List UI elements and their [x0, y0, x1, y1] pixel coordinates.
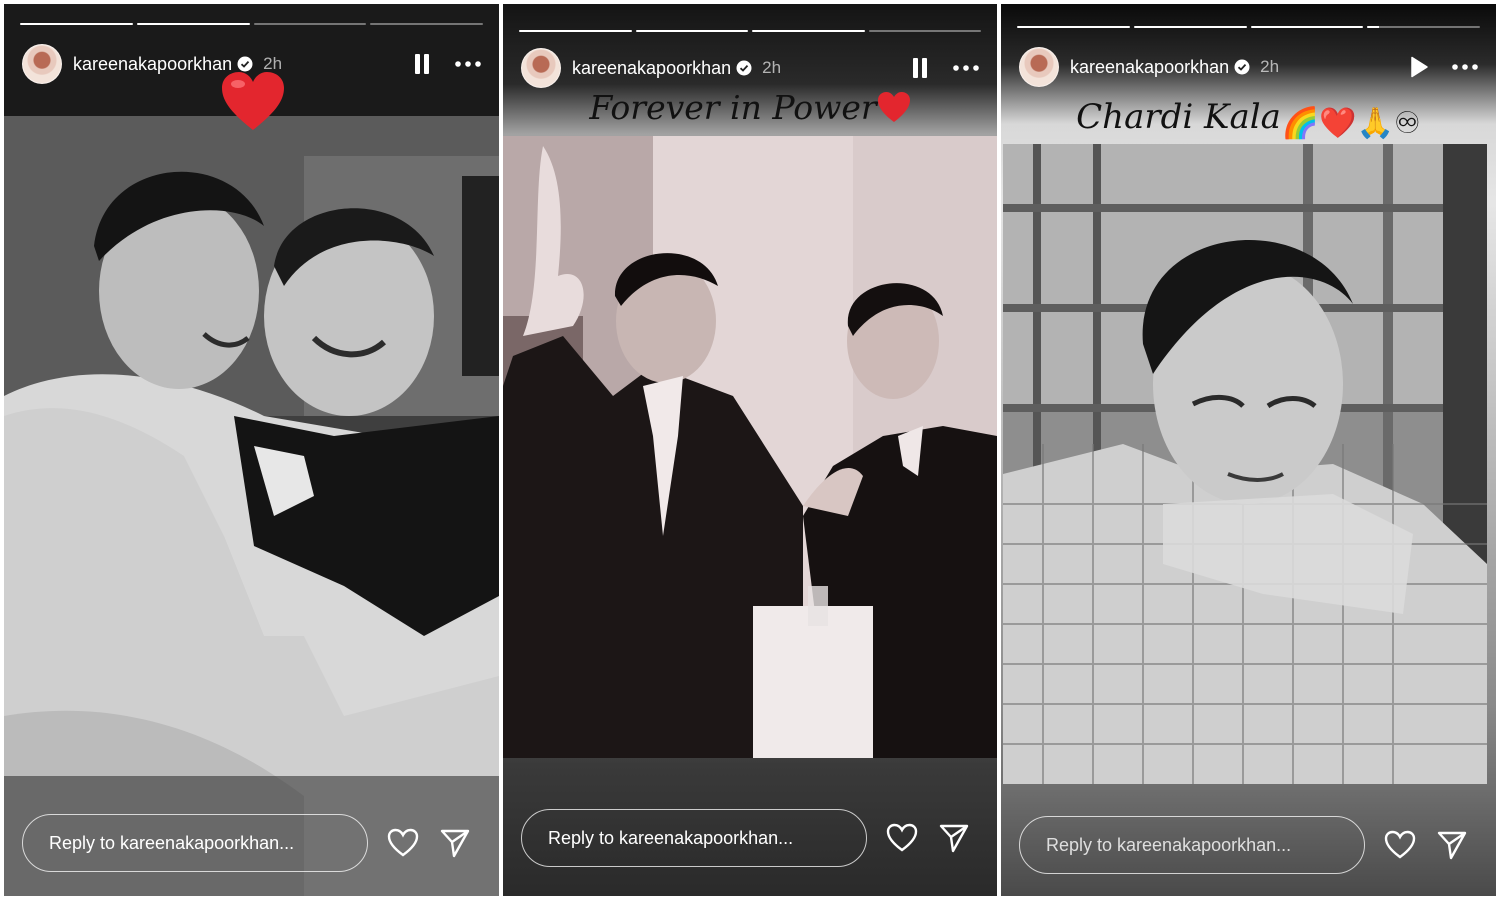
more-options-icon[interactable]: [1452, 54, 1478, 80]
progress-segment: [1367, 26, 1480, 28]
progress-fill: [519, 30, 632, 32]
timestamp: 2h: [1260, 57, 1280, 76]
story-photo: [1003, 144, 1487, 784]
send-icon[interactable]: [438, 826, 472, 860]
progress-fill: [635, 30, 748, 32]
heart-sticker-icon: [220, 70, 286, 132]
more-options-icon[interactable]: [953, 55, 979, 81]
reply-bar: Reply to kareenakapoorkhan...: [521, 809, 979, 867]
send-icon[interactable]: [1435, 828, 1469, 862]
avatar[interactable]: [22, 44, 62, 84]
verified-badge-icon: [736, 60, 752, 76]
heart-icon[interactable]: [1383, 828, 1417, 862]
story-panel-1[interactable]: kareenakapoorkhan 2h Reply to kareenakap…: [4, 4, 499, 896]
reply-bar: Reply to kareenakapoorkhan...: [1019, 816, 1478, 874]
progress-segment: [635, 30, 748, 32]
reply-input[interactable]: Reply to kareenakapoorkhan...: [22, 814, 368, 872]
progress-segment: [1133, 26, 1247, 28]
progress-segment: [1017, 26, 1130, 28]
story-panel-3[interactable]: kareenakapoorkhan 2h Chardi Kala🌈❤️🙏♾ Re…: [1001, 4, 1496, 896]
timestamp: 2h: [762, 58, 782, 77]
more-options-icon[interactable]: [455, 51, 481, 77]
story-panel-2[interactable]: kareenakapoorkhan 2h Forever in Power Re…: [503, 4, 997, 896]
progress-segment: [752, 30, 865, 32]
avatar[interactable]: [1019, 47, 1059, 87]
reply-input[interactable]: Reply to kareenakapoorkhan...: [1019, 816, 1365, 874]
progress-fill: [1017, 26, 1130, 28]
progress-segment: [136, 23, 250, 25]
story-photo: [503, 136, 997, 758]
progress-segment: [20, 23, 133, 25]
progress-segment: [519, 30, 632, 32]
verified-badge-icon: [1234, 59, 1250, 75]
progress-segment: [868, 30, 981, 32]
username[interactable]: kareenakapoorkhan: [572, 58, 731, 79]
progress-fill: [1367, 26, 1379, 28]
avatar[interactable]: [521, 48, 561, 88]
progress-fill: [1250, 26, 1364, 28]
heart-emoji-icon: [877, 91, 911, 123]
story-header: kareenakapoorkhan 2h: [1019, 47, 1478, 87]
story-progress: [20, 23, 483, 25]
pause-icon[interactable]: [409, 51, 435, 77]
story-caption: Chardi Kala🌈❤️🙏♾: [1001, 97, 1496, 141]
story-progress: [519, 30, 981, 32]
reply-bar: Reply to kareenakapoorkhan...: [22, 814, 481, 872]
story-photo: [4, 116, 499, 896]
story-caption: Forever in Power: [503, 88, 997, 127]
username[interactable]: kareenakapoorkhan: [1070, 57, 1229, 78]
story-header: kareenakapoorkhan 2h: [521, 48, 979, 88]
caption-emoji: 🌈❤️🙏♾: [1281, 106, 1421, 141]
caption-text: Forever in Power: [589, 88, 877, 127]
story-progress: [1017, 26, 1480, 28]
progress-fill: [752, 30, 865, 32]
reply-input[interactable]: Reply to kareenakapoorkhan...: [521, 809, 867, 867]
progress-segment: [1250, 26, 1364, 28]
progress-segment: [253, 23, 367, 25]
progress-fill: [136, 23, 250, 25]
send-icon[interactable]: [937, 821, 971, 855]
username[interactable]: kareenakapoorkhan: [73, 54, 232, 75]
progress-fill: [20, 23, 133, 25]
play-icon[interactable]: [1406, 54, 1432, 80]
heart-icon[interactable]: [885, 821, 919, 855]
progress-segment: [370, 23, 483, 25]
heart-icon[interactable]: [386, 826, 420, 860]
pause-icon[interactable]: [907, 55, 933, 81]
caption-text: Chardi Kala: [1076, 97, 1281, 137]
progress-fill: [1133, 26, 1247, 28]
